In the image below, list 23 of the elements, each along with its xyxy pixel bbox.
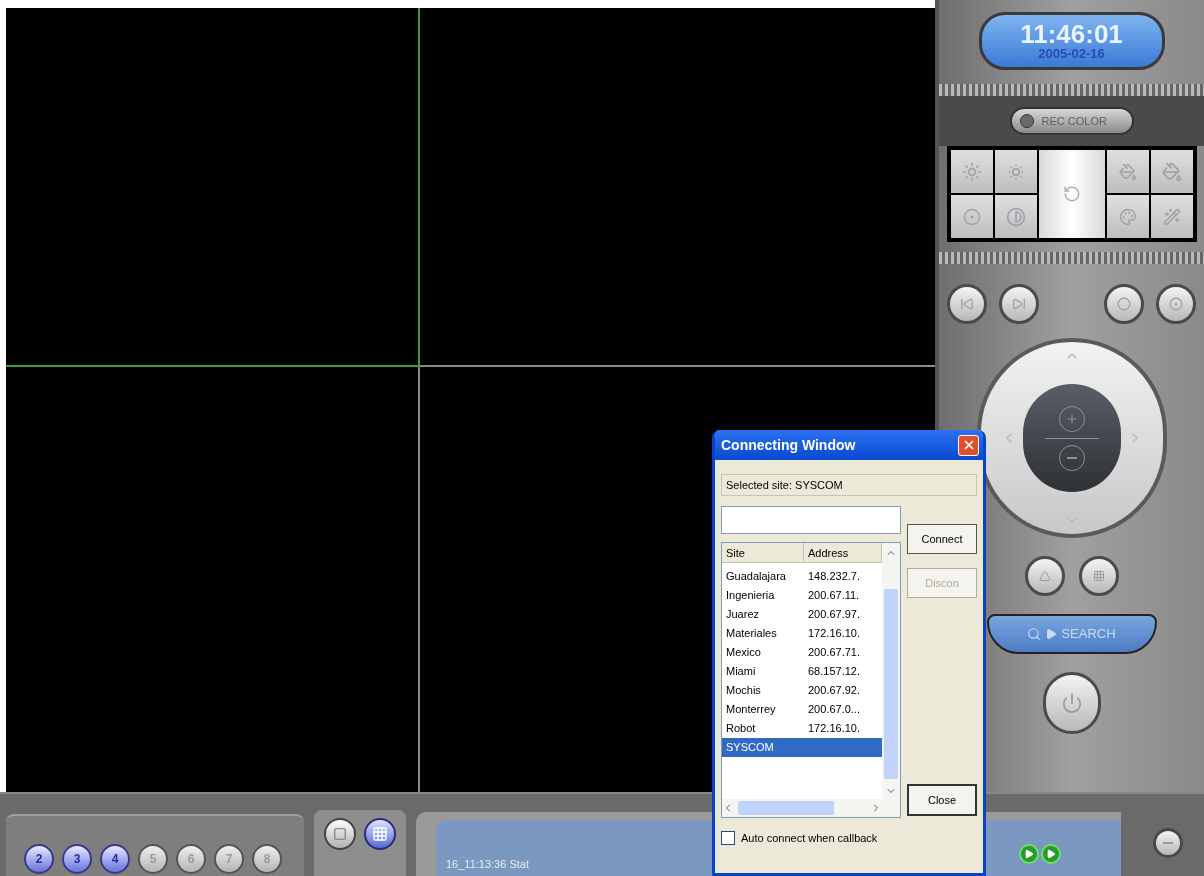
- channel-button[interactable]: 2: [24, 844, 54, 874]
- status-log: 16_11:13:36 Stat: [446, 856, 529, 872]
- clock-date: 2005-02-16: [1038, 47, 1105, 61]
- clock-time: 11:46:01: [1020, 21, 1123, 47]
- site-list[interactable]: Site Address Guadalajara 148.232.7. Ingenieria 200.67.11. Juarez 200.67.97. Materiales 172.16.10. Mexico 200.67.71. Miami 68.157.12. Mochis 200.67.92. Monterrey 200.67.0... Robot 172.16.10. SYSCOM: [721, 542, 901, 818]
- auto-connect-label: Auto connect when callback: [741, 831, 878, 846]
- column-header[interactable]: Site: [722, 543, 804, 562]
- channel-button[interactable]: 3: [62, 844, 92, 874]
- connect-button[interactable]: Connect: [907, 524, 977, 554]
- list-row[interactable]: Monterrey 200.67.0...: [722, 700, 882, 719]
- list-row[interactable]: Mexico 200.67.71.: [722, 643, 882, 662]
- list-row[interactable]: Guadalajara 148.232.7.: [722, 567, 882, 586]
- close-button[interactable]: Close: [907, 784, 977, 816]
- list-row[interactable]: Juarez 200.67.97.: [722, 605, 882, 624]
- list-row[interactable]: Robot 172.16.10.: [722, 719, 882, 738]
- list-row[interactable]: Miami 68.157.12.: [722, 662, 882, 681]
- window-title: Connecting Window: [721, 435, 856, 455]
- list-row[interactable]: Ingenieria 200.67.11.: [722, 586, 882, 605]
- selected-site-field: Selected site: SYSCOM: [721, 474, 977, 496]
- list-row[interactable]: Mochis 200.67.92.: [722, 681, 882, 700]
- channel-button[interactable]: 4: [100, 844, 130, 874]
- list-row[interactable]: SYSCOM: [722, 738, 882, 757]
- list-row[interactable]: Materiales 172.16.10.: [722, 624, 882, 643]
